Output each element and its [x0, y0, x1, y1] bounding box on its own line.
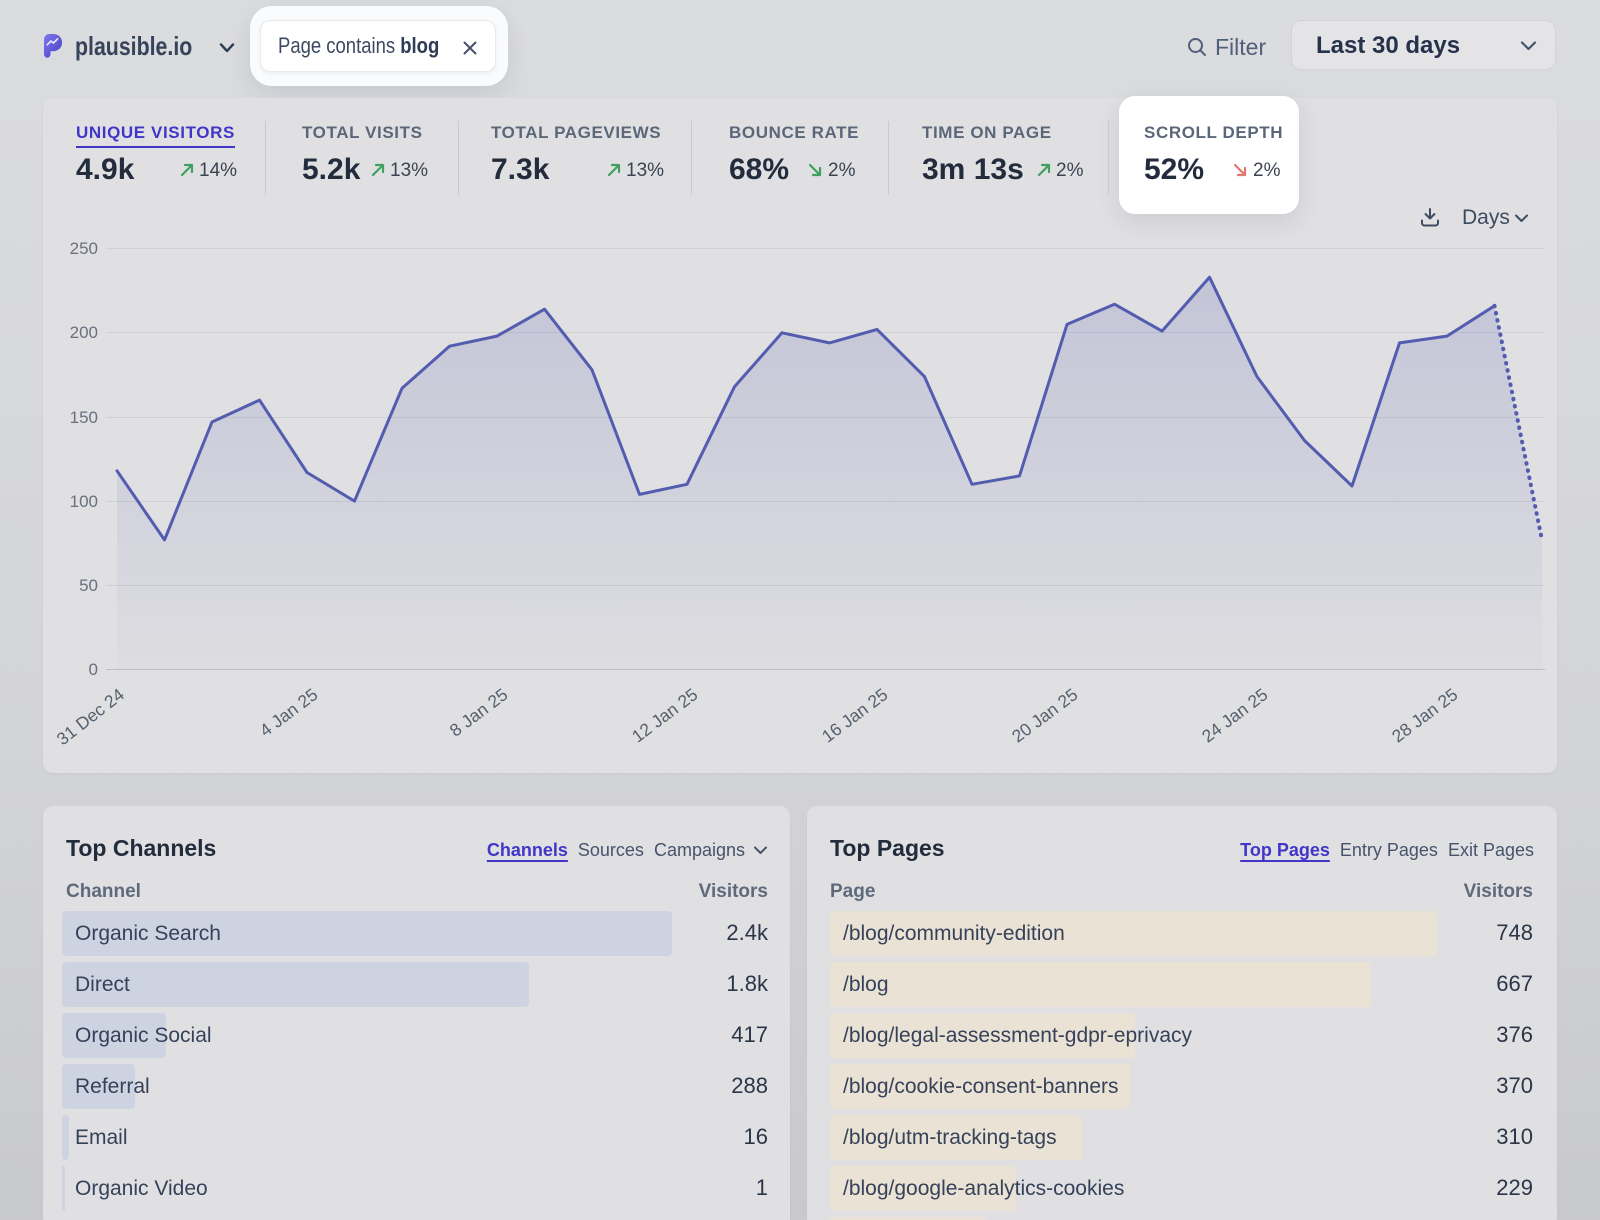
svg-text:28 Jan 25: 28 Jan 25 — [1388, 684, 1461, 746]
svg-text:200: 200 — [70, 323, 98, 342]
svg-text:150: 150 — [70, 408, 98, 427]
svg-text:31 Dec 24: 31 Dec 24 — [53, 684, 128, 749]
svg-text:20 Jan 25: 20 Jan 25 — [1008, 684, 1081, 746]
svg-text:8 Jan 25: 8 Jan 25 — [446, 684, 512, 740]
svg-text:0: 0 — [89, 660, 98, 679]
svg-text:50: 50 — [79, 576, 98, 595]
svg-text:250: 250 — [70, 239, 98, 258]
svg-text:16 Jan 25: 16 Jan 25 — [818, 684, 891, 746]
svg-text:12 Jan 25: 12 Jan 25 — [628, 684, 701, 746]
svg-text:100: 100 — [70, 492, 98, 511]
svg-text:4 Jan 25: 4 Jan 25 — [256, 684, 322, 740]
svg-text:24 Jan 25: 24 Jan 25 — [1198, 684, 1271, 746]
